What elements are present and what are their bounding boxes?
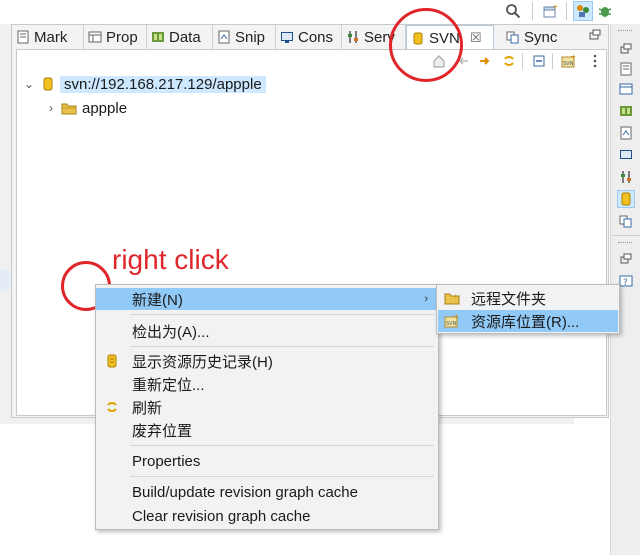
snippets-icon	[217, 30, 231, 44]
menu-item-label: Build/update revision graph cache	[132, 483, 358, 501]
svg-text:+: +	[553, 3, 558, 11]
svn-perspective-icon[interactable]	[573, 1, 593, 21]
tab-label: Prop	[106, 28, 138, 46]
menu-separator	[130, 445, 434, 446]
context-menu: 新建(N) › 检出为(A)... 显示资源历史记录(H) 重新定位... 刷新…	[95, 284, 439, 530]
menu-item-new[interactable]: 新建(N) ›	[96, 288, 438, 310]
console-icon[interactable]	[617, 146, 635, 164]
synchronize-icon[interactable]	[617, 212, 635, 230]
tab-label: Data	[169, 28, 201, 46]
tree-item-repository[interactable]: ⌄ svn://192.168.217.129/appple	[22, 73, 266, 95]
forward-icon[interactable]	[476, 52, 494, 70]
tab-label: Snip	[235, 28, 266, 46]
submenu-item-remote-folder[interactable]: + 远程文件夹	[438, 287, 618, 309]
properties-icon	[88, 30, 102, 44]
trim-grip	[618, 30, 632, 34]
submenu-item-label: 资源库位置(R)...	[471, 313, 580, 331]
svg-text:+: +	[453, 292, 458, 301]
toolbar-divider	[566, 2, 567, 20]
menu-item-label: 显示资源历史记录(H)	[132, 353, 273, 371]
annotation-note: right click	[112, 244, 229, 275]
toolbar-divider	[532, 2, 533, 20]
new-submenu: + 远程文件夹 SVN + 资源库位置(R)...	[436, 284, 620, 334]
data-source-icon	[151, 30, 165, 44]
svg-text:SVN: SVN	[446, 321, 457, 327]
editor-selection-edge	[0, 270, 10, 292]
restore-icon[interactable]	[617, 250, 635, 268]
menu-item-checkout-as[interactable]: 检出为(A)...	[96, 320, 438, 342]
svg-text:?: ?	[623, 278, 628, 288]
svg-text:+: +	[454, 313, 459, 321]
annotation-circle-svn-tab	[389, 8, 463, 82]
tree-item-folder[interactable]: › appple	[44, 97, 127, 119]
refresh-view-icon[interactable]	[500, 52, 518, 70]
search-icon[interactable]	[504, 2, 522, 20]
data-source-icon[interactable]	[617, 102, 635, 120]
view-tab-bar: Mark Prop Data Snip Cons Serv SVN ☒ Sync	[12, 25, 608, 50]
menu-item-label: 重新定位...	[132, 376, 205, 394]
minimize-view-icon[interactable]	[588, 28, 602, 42]
submenu-item-label: 远程文件夹	[471, 290, 547, 308]
tab-properties[interactable]: Prop	[84, 25, 147, 49]
folder-icon: +	[444, 290, 460, 306]
submenu-item-repository-location[interactable]: SVN + 资源库位置(R)...	[438, 310, 618, 332]
menu-separator	[130, 314, 434, 315]
snippets-icon[interactable]	[617, 124, 635, 142]
collapse-all-icon[interactable]	[530, 52, 548, 70]
folder-icon	[60, 100, 78, 116]
history-icon	[104, 353, 120, 369]
console-icon	[280, 30, 294, 44]
new-repository-location-icon[interactable]: SVN +	[560, 52, 578, 70]
tab-console[interactable]: Cons	[276, 25, 342, 49]
tab-label: Mark	[34, 28, 68, 46]
refresh-icon	[104, 399, 120, 415]
repository-url[interactable]: svn://192.168.217.129/appple	[60, 75, 266, 93]
close-icon[interactable]: ☒	[470, 30, 482, 46]
markers-icon	[16, 30, 30, 44]
submenu-arrow-icon: ›	[424, 293, 428, 305]
svg-text:+: +	[571, 53, 576, 61]
menu-item-label: 新建(N)	[132, 291, 183, 309]
menu-item-refresh[interactable]: 刷新	[96, 396, 438, 418]
folder-label[interactable]: appple	[82, 100, 127, 117]
menu-item-label: 刷新	[132, 399, 163, 417]
menu-item-show-history[interactable]: 显示资源历史记录(H)	[96, 350, 438, 372]
menu-separator	[130, 476, 434, 477]
debug-perspective-icon[interactable]	[596, 2, 614, 20]
tab-label: Sync	[524, 28, 558, 46]
menu-item-label: Clear revision graph cache	[132, 507, 311, 525]
menu-separator	[130, 346, 434, 347]
menu-item-build-graph-cache[interactable]: Build/update revision graph cache	[96, 481, 438, 503]
tab-snippets[interactable]: Snip	[213, 25, 276, 49]
menu-item-properties[interactable]: Properties	[96, 450, 438, 472]
markers-icon[interactable]	[617, 60, 635, 78]
servers-icon	[346, 30, 360, 44]
svg-text:SVN: SVN	[563, 61, 574, 67]
menu-item-label: Properties	[132, 452, 201, 470]
repository-icon	[40, 76, 56, 92]
expand-arrow-icon[interactable]: ›	[44, 101, 58, 115]
svn-repository-icon[interactable]	[617, 190, 635, 208]
servers-icon[interactable]	[617, 168, 635, 186]
trim-divider	[612, 235, 640, 236]
toolbar-divider	[552, 53, 553, 69]
open-perspective-icon[interactable]: +	[542, 2, 560, 20]
tab-data-source[interactable]: Data	[147, 25, 213, 49]
tab-synchronize[interactable]: Sync	[502, 25, 574, 49]
menu-item-clear-graph-cache[interactable]: Clear revision graph cache	[96, 505, 438, 527]
menu-item-label: 检出为(A)...	[132, 323, 210, 341]
synchronize-icon	[506, 30, 520, 44]
properties-icon[interactable]	[617, 80, 635, 98]
toolbar-divider	[522, 53, 523, 69]
menu-item-discard-location[interactable]: 废弃位置	[96, 419, 438, 441]
collapse-arrow-icon[interactable]: ⌄	[22, 77, 36, 91]
tab-label: Cons	[298, 28, 334, 46]
repository-location-icon: SVN +	[444, 313, 460, 329]
trim-grip	[618, 242, 632, 246]
tab-markers[interactable]: Mark	[12, 25, 84, 49]
view-menu-icon[interactable]	[586, 52, 604, 70]
restore-icon[interactable]	[617, 40, 635, 58]
menu-item-relocate[interactable]: 重新定位...	[96, 373, 438, 395]
menu-item-label: 废弃位置	[132, 422, 193, 440]
